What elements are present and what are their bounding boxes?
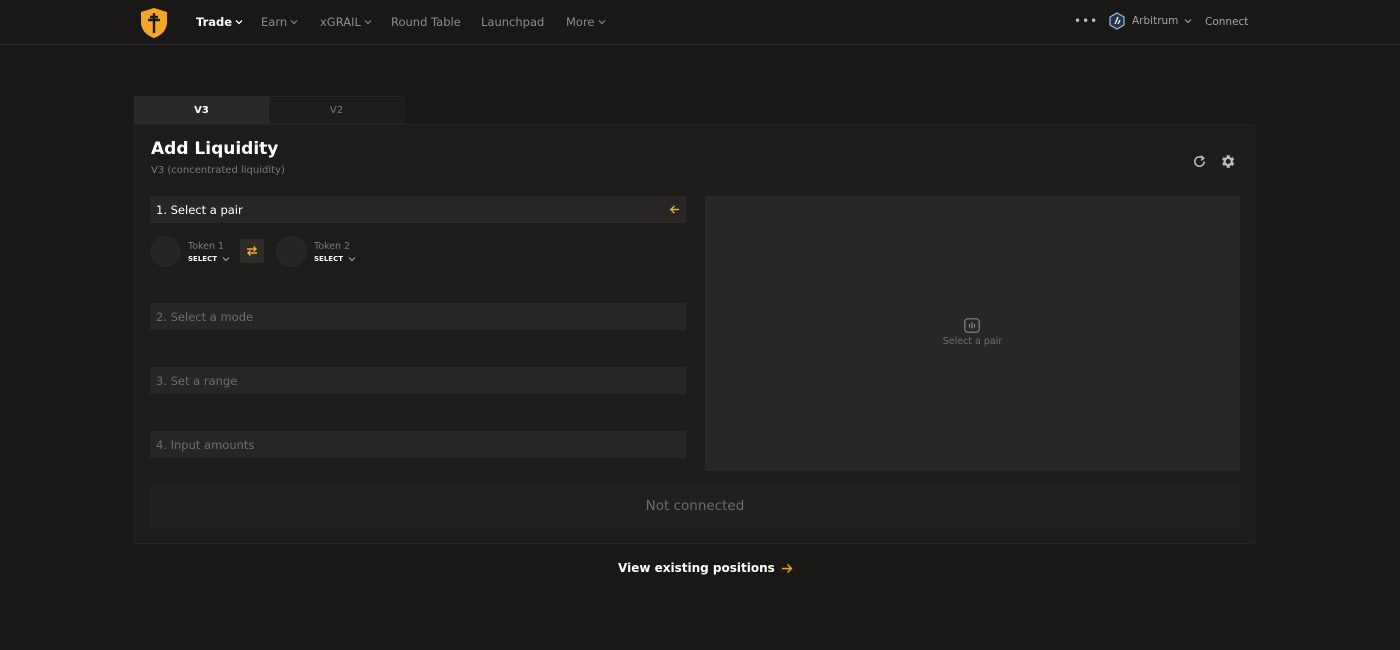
- token2-placeholder-icon: [276, 236, 307, 267]
- network-label: Arbitrum: [1132, 15, 1179, 27]
- connect-button[interactable]: Connect: [1205, 16, 1248, 28]
- page-title: Add Liquidity: [151, 139, 279, 159]
- nav-item-round-table[interactable]: Round Table: [391, 15, 461, 29]
- arrow-right-icon: [781, 563, 793, 573]
- chevron-down-icon: [290, 20, 298, 25]
- token1-placeholder-icon: [150, 236, 181, 267]
- chevron-down-icon: [1185, 19, 1192, 24]
- token2-selector[interactable]: Token 2 SELECT: [276, 236, 356, 267]
- not-connected-button[interactable]: Not connected: [150, 484, 1240, 528]
- tab-v2[interactable]: V2: [269, 96, 404, 124]
- step-set-range[interactable]: 3. Set a range: [150, 367, 686, 394]
- chart-placeholder-text: Select a pair: [942, 336, 1003, 347]
- top-nav: Trade Earn xGRAIL Round Table Launchpad …: [0, 0, 1400, 45]
- token1-select[interactable]: SELECT: [188, 255, 230, 263]
- tab-v3[interactable]: V3: [134, 96, 269, 124]
- nav-item-launchpad[interactable]: Launchpad: [481, 15, 544, 29]
- token2-label: Token 2: [314, 240, 351, 252]
- price-chart-panel: Select a pair: [705, 196, 1240, 471]
- chevron-down-icon: [598, 20, 605, 25]
- step-select-pair[interactable]: 1. Select a pair: [150, 196, 686, 223]
- chevron-down-icon: [348, 256, 356, 261]
- network-selector[interactable]: Arbitrum: [1108, 12, 1192, 30]
- arrow-left-icon: [669, 205, 680, 214]
- nav-item-more[interactable]: More: [566, 15, 606, 29]
- chevron-down-icon: [364, 20, 372, 25]
- step-select-mode[interactable]: 2. Select a mode: [150, 303, 686, 330]
- add-liquidity-card: Add Liquidity V3 (concentrated liquidity…: [134, 124, 1255, 544]
- token2-select[interactable]: SELECT: [314, 255, 356, 263]
- token1-selector[interactable]: Token 1 SELECT: [150, 236, 230, 267]
- token1-label: Token 1: [188, 240, 225, 252]
- refresh-icon[interactable]: [1192, 154, 1207, 169]
- page-subtitle: V3 (concentrated liquidity): [151, 165, 285, 176]
- nav-item-earn[interactable]: Earn: [261, 15, 298, 29]
- arbitrum-icon: [1109, 12, 1125, 30]
- gear-icon[interactable]: [1219, 153, 1236, 170]
- swap-tokens-button[interactable]: [240, 239, 264, 263]
- more-options-icon[interactable]: •••: [1074, 14, 1098, 28]
- chart-icon: [964, 318, 980, 333]
- nav-item-xgrail[interactable]: xGRAIL: [320, 15, 372, 29]
- swap-icon: [247, 246, 257, 256]
- camelot-logo-icon[interactable]: [139, 7, 169, 39]
- step-input-amounts[interactable]: 4. Input amounts: [150, 431, 686, 458]
- chevron-down-icon: [235, 20, 243, 25]
- nav-item-trade[interactable]: Trade: [196, 15, 243, 29]
- chevron-down-icon: [222, 256, 230, 261]
- view-existing-positions-link[interactable]: View existing positions: [618, 561, 793, 575]
